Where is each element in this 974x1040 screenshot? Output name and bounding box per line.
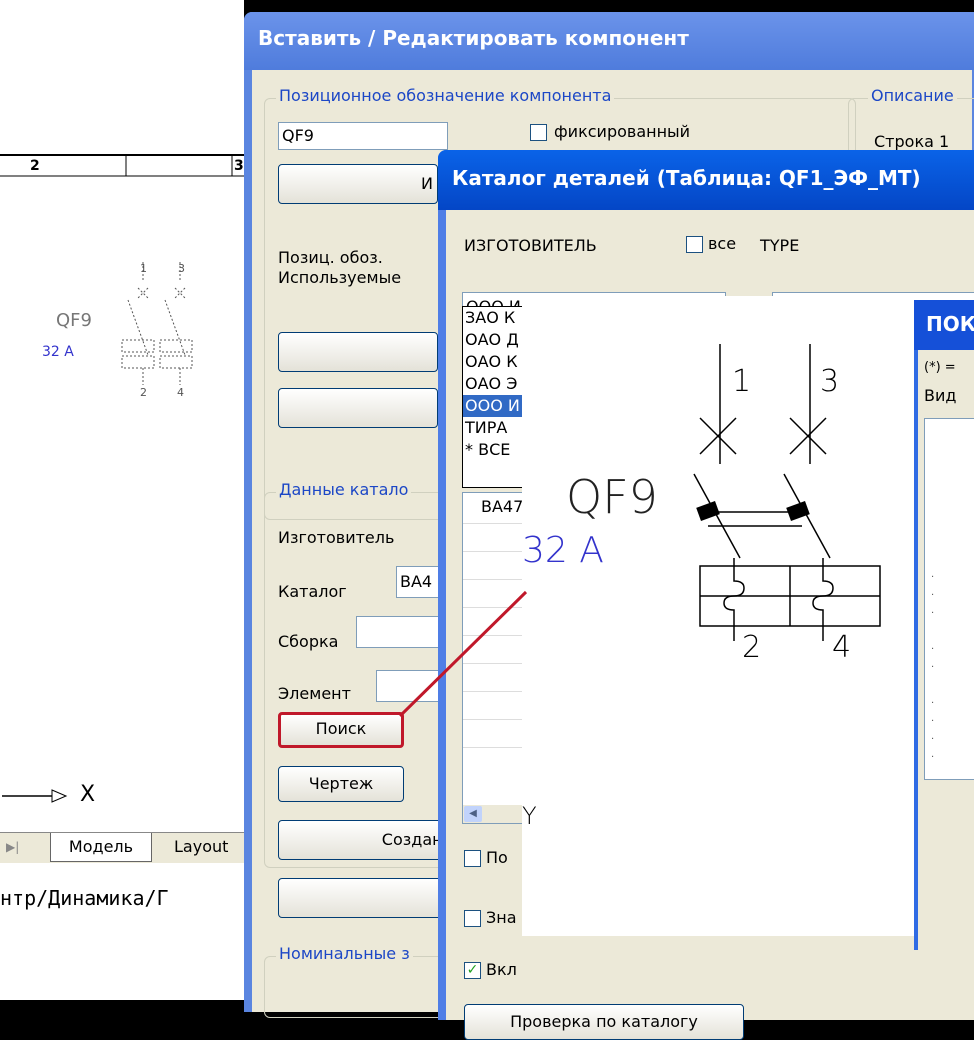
option-label-1: По xyxy=(486,848,508,867)
list-bullets: · · · · · · · · · xyxy=(931,572,935,763)
nominal-group-label: Номинальные з xyxy=(276,944,413,963)
dropdown-option[interactable]: * ВСЕ xyxy=(463,439,525,461)
dropdown-option[interactable]: ОАО К xyxy=(463,351,525,373)
search-button-label: Поиск xyxy=(315,719,367,738)
breaker-symbol-zoom xyxy=(693,344,881,641)
tab-model-label: Модель xyxy=(68,837,134,856)
element-label: Элемент xyxy=(278,684,351,703)
command-line-text: нтр/Динамика/Г xyxy=(0,886,169,910)
dialog1-title: Вставить / Редактировать компонент xyxy=(258,26,689,50)
dialog1-button-3[interactable] xyxy=(278,388,438,428)
line1-label: Строка 1 xyxy=(874,132,950,151)
option-label-3: Вкл xyxy=(486,960,517,979)
zoom-component-rating: 32 A xyxy=(522,530,604,571)
dropdown-option[interactable]: ОАО Э xyxy=(463,373,525,395)
dialog2-titlebar[interactable]: Каталог деталей (Таблица: QF1_ЭФ_МТ) xyxy=(438,150,974,210)
dialog3-title: ПОК xyxy=(926,312,974,336)
type-header: TYPE xyxy=(760,236,800,255)
cad-terminal-4: 4 xyxy=(177,386,184,399)
view-list[interactable]: · · · · · · · · · xyxy=(924,418,974,780)
drawing-button-label: Чертеж xyxy=(308,774,374,793)
verify-catalog-button[interactable]: Проверка по каталогу xyxy=(464,1004,744,1040)
dialog2-title: Каталог деталей (Таблица: QF1_ЭФ_МТ) xyxy=(452,166,921,190)
ucs-x-label: X xyxy=(80,782,96,807)
zoom-pin-4: 4 xyxy=(832,630,852,665)
dropdown-option-selected[interactable]: ООО И xyxy=(463,395,525,417)
pos-label: Позиц. обоз. xyxy=(278,248,383,267)
cad-workspace: 2 3 1 3 2 4 QF9 32 A X ▶| Модель Layout … xyxy=(0,0,244,1000)
used-label: Используемые xyxy=(278,268,402,287)
option-checkbox-3[interactable]: ✓ xyxy=(464,962,481,979)
catalog-group-label: Данные катало xyxy=(276,480,412,499)
fixed-checkbox[interactable] xyxy=(530,124,547,141)
tag-button[interactable]: И xyxy=(278,164,438,204)
manufacturer-dropdown[interactable]: ЗАО К ОАО Д ОАО К ОАО Э ООО И ТИРА * ВСЕ xyxy=(462,306,526,488)
dialog3-titlebar[interactable]: ПОК xyxy=(914,300,974,350)
manufacturer-label: Изготовитель xyxy=(278,528,395,547)
catalog-label: Каталог xyxy=(278,582,347,601)
zoom-y-axis-label: Y xyxy=(522,802,537,830)
dialog3-note: (*) = xyxy=(924,360,956,375)
dropdown-option[interactable]: ОАО Д xyxy=(463,329,525,351)
cad-component-rating: 32 A xyxy=(42,344,74,360)
cad-component-tag[interactable]: QF9 xyxy=(56,310,92,331)
table-column-3: 3 xyxy=(234,158,244,174)
p-button[interactable]: П xyxy=(278,878,458,918)
cad-terminal-3: 3 xyxy=(178,262,185,275)
dialog1-button-2[interactable] xyxy=(278,332,438,372)
zoom-pin-3: 3 xyxy=(820,364,840,399)
command-line[interactable]: нтр/Динамика/Г xyxy=(0,882,244,1000)
tag-input[interactable]: QF9 xyxy=(278,122,448,150)
verify-catalog-button-label: Проверка по каталогу xyxy=(510,1012,698,1031)
create-button[interactable]: Создани xyxy=(278,820,458,860)
option-checkbox-1[interactable] xyxy=(464,850,481,867)
search-button[interactable]: Поиск xyxy=(278,712,404,748)
dialog3-body: (*) = Вид · · · · · · · · · xyxy=(918,350,974,950)
fixed-label: фиксированный xyxy=(554,122,691,141)
zoom-component-tag: QF9 xyxy=(566,470,658,524)
tab-scroll-icon[interactable]: ▶| xyxy=(6,840,19,854)
cad-terminal-2: 2 xyxy=(140,386,147,399)
description-group-label: Описание xyxy=(868,86,957,105)
search-dialog: ПОК (*) = Вид · · · · · · · · · xyxy=(914,300,974,950)
zoomed-symbol-callout: QF9 32 A 1 3 2 4 Y xyxy=(522,296,914,936)
drawing-button[interactable]: Чертеж xyxy=(278,766,404,802)
tab-layout-label: Layout xyxy=(174,837,229,856)
dropdown-option[interactable]: ЗАО К xyxy=(463,307,525,329)
tag-group-label: Позиционное обозначение компонента xyxy=(276,86,615,105)
table-row[interactable]: ВА47 xyxy=(481,497,523,516)
option-checkbox-2[interactable] xyxy=(464,910,481,927)
scroll-left-icon[interactable]: ◀ xyxy=(464,806,482,822)
zoom-pin-1: 1 xyxy=(732,364,752,399)
dialog1-titlebar[interactable]: Вставить / Редактировать компонент xyxy=(244,12,974,70)
manufacturer-header: ИЗГОТОВИТЕЛЬ xyxy=(464,236,597,255)
zoom-pin-2: 2 xyxy=(742,630,762,665)
cad-terminal-1: 1 xyxy=(140,262,147,275)
tab-model[interactable]: Модель xyxy=(50,833,152,862)
all-checkbox[interactable] xyxy=(686,236,703,253)
all-label: все xyxy=(708,234,737,253)
option-label-2: Зна xyxy=(486,908,517,927)
tag-button-label: И xyxy=(421,174,433,193)
tab-layout[interactable]: Layout xyxy=(160,833,244,861)
view-label: Вид xyxy=(924,386,957,405)
dropdown-option[interactable]: ТИРА xyxy=(463,417,525,439)
layout-tabs-bar: ▶| Модель Layout xyxy=(0,832,244,863)
table-column-2: 2 xyxy=(30,158,40,174)
assembly-label: Сборка xyxy=(278,632,339,651)
